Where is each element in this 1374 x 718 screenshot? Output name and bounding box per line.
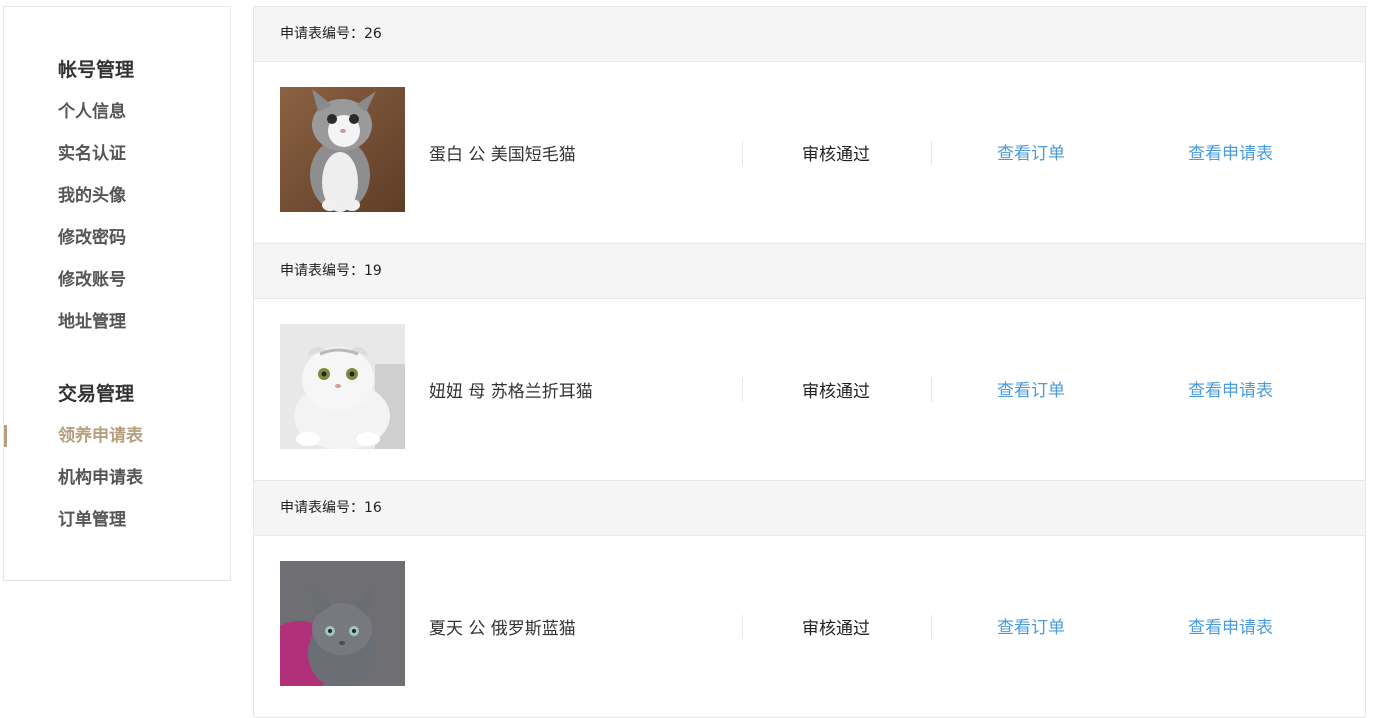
divider [742,141,743,165]
application-number: 申请表编号：19 [254,244,1365,299]
pet-photo-russian-blue [280,561,405,686]
view-order-link[interactable]: 查看订单 [997,376,1065,401]
sidebar-item-order-management[interactable]: 订单管理 [58,505,143,535]
application-row: 妞妞 母 苏格兰折耳猫 审核通过 查看订单 查看申请表 [254,299,1365,481]
pet-photo-scottish-fold [280,324,405,449]
application-card: 申请表编号：19 妞妞 母 苏格兰折耳猫 审核通过 查看订单 查看申请表 [254,243,1365,481]
application-list: 申请表编号：26 蛋白 公 美国短毛猫 审核通过 查看订单 查看申请表 申请表编… [253,6,1366,718]
divider [931,615,932,639]
status-text: 审核通过 [802,145,870,165]
sidebar: 帐号管理 个人信息 实名认证 我的头像 修改密码 修改账号 地址管理 交易管理 … [3,6,231,581]
divider [931,141,932,165]
active-indicator [4,425,7,447]
account-management-title: 帐号管理 [58,59,135,81]
application-number: 申请表编号：16 [254,481,1365,536]
view-application-link[interactable]: 查看申请表 [1188,376,1273,401]
divider [931,378,932,402]
pet-info: 夏天 公 俄罗斯蓝猫 [429,619,576,639]
view-order-link[interactable]: 查看订单 [997,139,1065,164]
sidebar-item-label: 领养申请表 [58,426,143,446]
status-text: 审核通过 [802,382,870,402]
divider [742,615,743,639]
sidebar-item-my-avatar[interactable]: 我的头像 [58,181,134,211]
pet-photo-american-shorthair [280,87,405,212]
application-row: 蛋白 公 美国短毛猫 审核通过 查看订单 查看申请表 [254,62,1365,244]
sidebar-item-address-management[interactable]: 地址管理 [58,307,134,337]
pet-info: 蛋白 公 美国短毛猫 [429,145,576,165]
view-application-link[interactable]: 查看申请表 [1188,613,1273,638]
sidebar-item-personal-info[interactable]: 个人信息 [58,97,134,127]
account-management-group: 帐号管理 个人信息 实名认证 我的头像 修改密码 修改账号 地址管理 [58,55,134,349]
trade-management-group: 交易管理 领养申请表 机构申请表 订单管理 [4,379,143,547]
application-card: 申请表编号：16 夏天 公 俄罗斯蓝猫 审核通过 查看订单 查看申请表 [254,480,1365,718]
view-order-link[interactable]: 查看订单 [997,613,1065,638]
application-row: 夏天 公 俄罗斯蓝猫 审核通过 查看订单 查看申请表 [254,536,1365,718]
divider [742,378,743,402]
trade-management-title: 交易管理 [58,383,135,405]
pet-info: 妞妞 母 苏格兰折耳猫 [429,382,593,402]
sidebar-item-change-password[interactable]: 修改密码 [58,223,134,253]
sidebar-item-change-account[interactable]: 修改账号 [58,265,134,295]
sidebar-item-adoption-applications[interactable]: 领养申请表 [4,421,143,451]
view-application-link[interactable]: 查看申请表 [1188,139,1273,164]
sidebar-item-org-applications[interactable]: 机构申请表 [58,463,143,493]
application-card: 申请表编号：26 蛋白 公 美国短毛猫 审核通过 查看订单 查看申请表 [254,6,1365,244]
sidebar-item-real-name-auth[interactable]: 实名认证 [58,139,134,169]
application-number: 申请表编号：26 [254,7,1365,62]
status-text: 审核通过 [802,619,870,639]
